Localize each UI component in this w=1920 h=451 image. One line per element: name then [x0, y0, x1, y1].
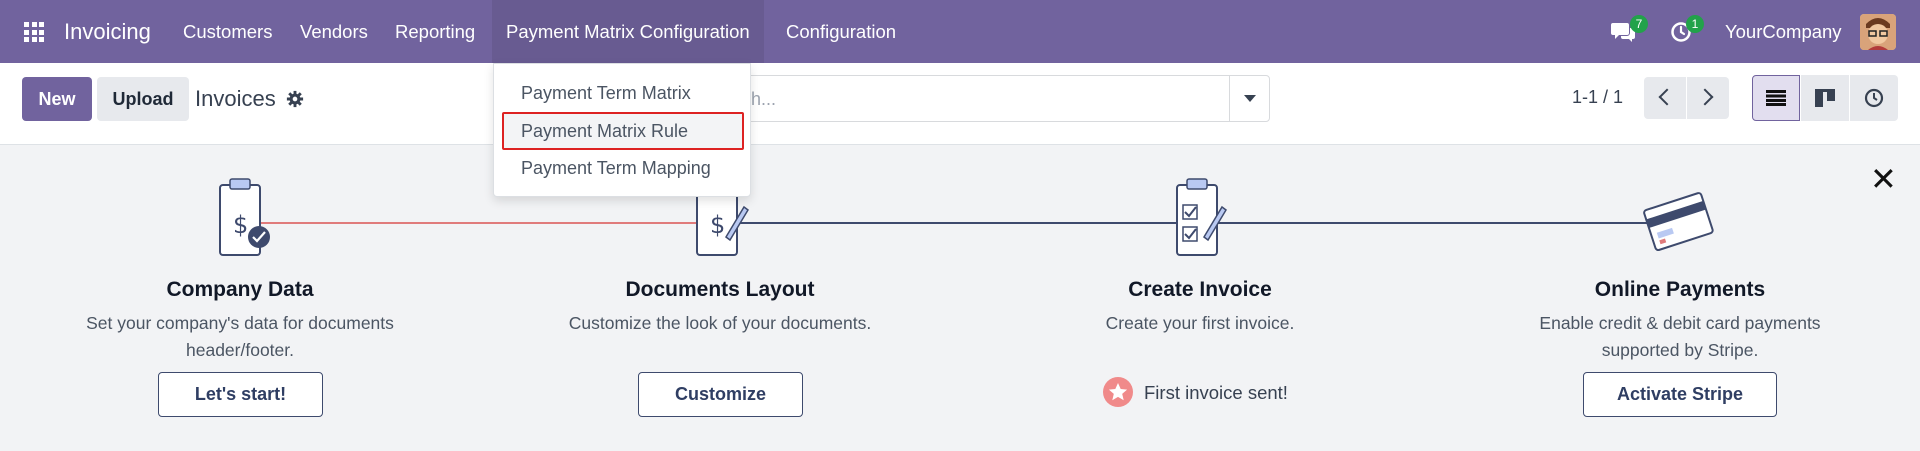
new-button[interactable]: New: [22, 77, 92, 121]
step-desc-online-payments: Enable credit & debit card payments supp…: [1490, 310, 1870, 364]
customize-button[interactable]: Customize: [638, 372, 803, 417]
activities-count-badge: 1: [1686, 15, 1704, 33]
clipboard-dollar-icon: $: [219, 178, 270, 256]
credit-card-icon: [1643, 192, 1714, 252]
step-title-create-invoice: Create Invoice: [1128, 278, 1272, 301]
step-desc-company-data: Set your company's data for documents he…: [50, 310, 430, 364]
upload-button[interactable]: Upload: [97, 77, 189, 121]
pager-value[interactable]: 1-1 / 1: [1572, 87, 1623, 108]
step-desc-documents-layout: Customize the look of your documents.: [530, 310, 910, 337]
pager-previous-button[interactable]: [1644, 77, 1686, 119]
apps-menu-icon[interactable]: [24, 22, 44, 42]
activate-stripe-button[interactable]: Activate Stripe: [1583, 372, 1777, 417]
kanban-view-button[interactable]: [1801, 75, 1849, 121]
progress-line-done: [240, 222, 720, 224]
step-desc-line: Enable credit & debit card payments: [1539, 313, 1821, 333]
menu-item-payment-term-matrix[interactable]: Payment Term Matrix: [521, 83, 691, 104]
step-desc-line: Set your company's data for documents: [86, 313, 394, 333]
menu-payment-matrix-configuration[interactable]: Payment Matrix Configuration: [492, 0, 764, 63]
gear-icon[interactable]: [286, 90, 304, 108]
search-options-toggle[interactable]: [1229, 76, 1269, 121]
close-icon[interactable]: ✕: [1870, 163, 1897, 195]
menu-reporting[interactable]: Reporting: [395, 21, 475, 43]
payment-matrix-dropdown: Payment Term Matrix Payment Matrix Rule …: [493, 63, 751, 197]
top-navbar: Invoicing Customers Vendors Reporting Pa…: [0, 0, 1920, 63]
messages-count-badge: 7: [1630, 15, 1648, 33]
svg-text:$: $: [710, 211, 725, 239]
user-avatar[interactable]: [1860, 14, 1896, 50]
step-title-company-data: Company Data: [166, 278, 314, 301]
clipboard-checklist-icon: [1176, 178, 1227, 256]
step-desc-line: Customize the look of your documents.: [568, 313, 872, 333]
step-desc-line: Create your first invoice.: [1105, 313, 1295, 333]
control-panel: New Upload Invoices h... 1-1 / 1: [0, 63, 1920, 145]
chevron-right-icon: [1696, 88, 1714, 106]
activity-view-button[interactable]: [1850, 75, 1898, 121]
star-icon: [1103, 377, 1133, 407]
step-title-online-payments: Online Payments: [1594, 278, 1766, 301]
step-desc-line: header/footer.: [186, 340, 294, 360]
clock-icon: [1864, 88, 1884, 108]
done-label: First invoice sent!: [1144, 382, 1288, 403]
company-switcher[interactable]: YourCompany: [1725, 21, 1842, 43]
step-desc-create-invoice: Create your first invoice.: [1010, 310, 1390, 337]
messages-button[interactable]: 7: [1608, 0, 1648, 63]
menu-item-payment-term-mapping[interactable]: Payment Term Mapping: [521, 158, 711, 179]
menu-vendors[interactable]: Vendors: [300, 21, 368, 43]
page-title: Invoices: [195, 86, 276, 111]
svg-text:$: $: [233, 211, 248, 239]
onboarding-panel: ✕ $ Company Data Set your company's data…: [0, 145, 1920, 451]
app-brand[interactable]: Invoicing: [64, 19, 151, 45]
lets-start-button[interactable]: Let's start!: [158, 372, 323, 417]
step-title-documents-layout: Documents Layout: [625, 278, 815, 301]
pager-next-button[interactable]: [1687, 77, 1729, 119]
search-input[interactable]: h...: [751, 89, 776, 110]
step-desc-line: supported by Stripe.: [1601, 340, 1759, 360]
list-view-button[interactable]: [1752, 75, 1800, 121]
menu-customers[interactable]: Customers: [183, 21, 272, 43]
menu-configuration[interactable]: Configuration: [786, 21, 896, 43]
chevron-left-icon: [1658, 88, 1676, 106]
kanban-icon: [1815, 89, 1835, 107]
menu-item-payment-matrix-rule[interactable]: Payment Matrix Rule: [521, 121, 688, 142]
activities-button[interactable]: 1: [1668, 0, 1708, 63]
list-icon: [1766, 90, 1786, 106]
